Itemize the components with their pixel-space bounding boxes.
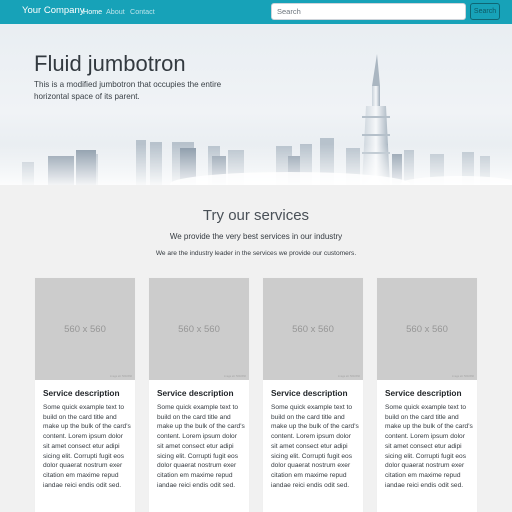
card-image-placeholder: 560 x 560 image alt: 560x560 bbox=[149, 278, 249, 380]
card-image-placeholder: 560 x 560 image alt: 560x560 bbox=[377, 278, 477, 380]
card-image-credit: image alt: 560x560 bbox=[224, 375, 246, 378]
card-image-label: 560 x 560 bbox=[64, 324, 106, 335]
card-title: Service description bbox=[43, 388, 120, 398]
jumbotron: Fluid jumbotron This is a modified jumbo… bbox=[0, 24, 512, 185]
card-image-credit: image alt: 560x560 bbox=[110, 375, 132, 378]
card-image-label: 560 x 560 bbox=[178, 324, 220, 335]
card-title: Service description bbox=[385, 388, 462, 398]
navbar: Your Company Home About Contact Search bbox=[0, 0, 512, 24]
jumbotron-lead: This is a modified jumbotron that occupi… bbox=[34, 80, 222, 101]
card-title: Service description bbox=[157, 388, 234, 398]
services-title: Try our services bbox=[202, 207, 310, 224]
nav-link-contact[interactable]: Contact bbox=[130, 7, 155, 16]
service-card: 560 x 560 image alt: 560x560 Service des… bbox=[148, 277, 250, 512]
jumbotron-title: Fluid jumbotron bbox=[34, 51, 186, 76]
service-card: 560 x 560 image alt: 560x560 Service des… bbox=[34, 277, 136, 512]
city-skyline-image bbox=[0, 54, 512, 185]
card-text: Some quick example text to build on the … bbox=[43, 404, 131, 489]
card-text: Some quick example text to build on the … bbox=[385, 404, 473, 489]
service-card: 560 x 560 image alt: 560x560 Service des… bbox=[376, 277, 478, 512]
card-image-label: 560 x 560 bbox=[406, 324, 448, 335]
card-title: Service description bbox=[271, 388, 348, 398]
nav-link-about[interactable]: About bbox=[106, 7, 125, 16]
search-button[interactable]: Search bbox=[470, 3, 500, 20]
card-text: Some quick example text to build on the … bbox=[271, 404, 359, 489]
services-text: We are the industry leader in the servic… bbox=[155, 250, 357, 257]
card-image-credit: image alt: 560x560 bbox=[338, 375, 360, 378]
nav-link-home[interactable]: Home bbox=[83, 7, 102, 16]
services-lead: We provide the very best services in our… bbox=[169, 232, 343, 241]
brand-link[interactable]: Your Company bbox=[22, 5, 85, 16]
card-image-placeholder: 560 x 560 image alt: 560x560 bbox=[35, 278, 135, 380]
card-image-label: 560 x 560 bbox=[292, 324, 334, 335]
card-image-placeholder: 560 x 560 image alt: 560x560 bbox=[263, 278, 363, 380]
card-image-credit: image alt: 560x560 bbox=[452, 375, 474, 378]
search-input[interactable] bbox=[271, 3, 466, 20]
service-card: 560 x 560 image alt: 560x560 Service des… bbox=[262, 277, 364, 512]
card-text: Some quick example text to build on the … bbox=[157, 404, 245, 489]
